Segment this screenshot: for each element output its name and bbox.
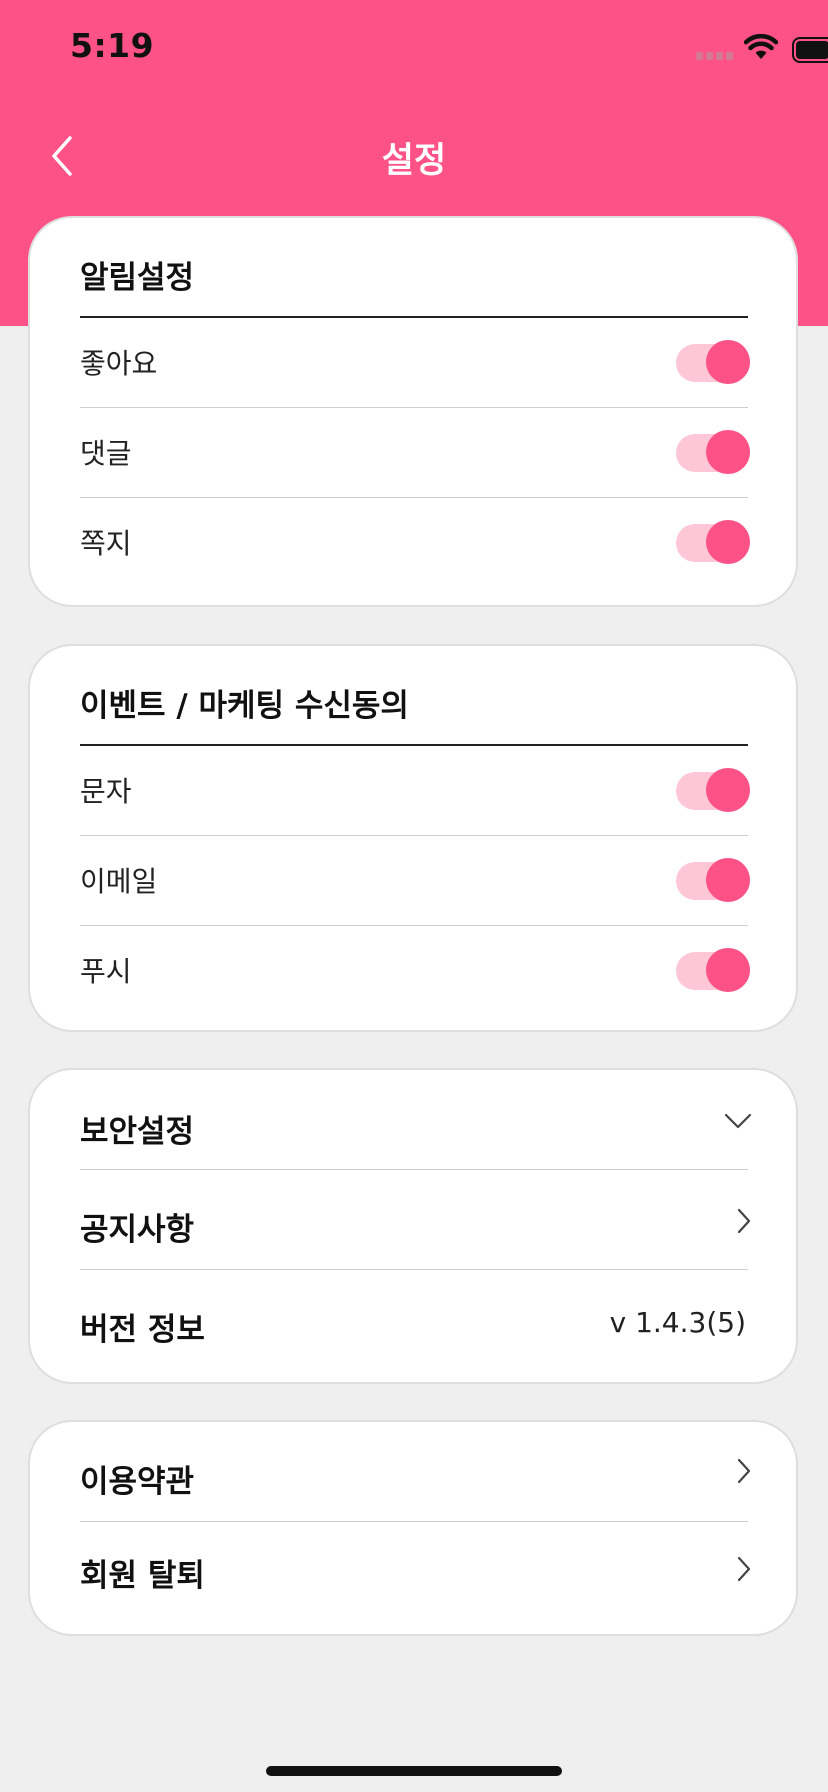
security-settings-row[interactable]: 보안설정 — [30, 1070, 796, 1168]
consent-email-toggle[interactable] — [676, 858, 750, 904]
notice-row[interactable]: 공지사항 — [30, 1170, 796, 1268]
terms-row[interactable]: 이용약관 — [30, 1422, 796, 1521]
terms-label: 이용약관 — [80, 1464, 195, 1500]
notify-comment-toggle[interactable] — [676, 430, 750, 476]
status-time: 5:19 — [70, 26, 155, 65]
notify-message-label: 쪽지 — [80, 527, 132, 560]
consent-push-label: 푸시 — [80, 955, 132, 988]
withdraw-row[interactable]: 회원 탈퇴 — [30, 1522, 796, 1622]
marketing-consent-card: 이벤트 / 마케팅 수신동의 문자 이메일 푸시 — [28, 644, 798, 1032]
row-divider — [80, 497, 748, 498]
row-divider — [80, 835, 748, 836]
consent-sms-toggle[interactable] — [676, 768, 750, 814]
app-menu-card: 보안설정 공지사항 버전 정보 v 1.4.3(5) — [28, 1068, 798, 1384]
chevron-right-icon — [737, 1208, 751, 1234]
notification-settings-card: 알림설정 좋아요 댓글 쪽지 — [28, 216, 798, 607]
account-menu-card: 이용약관 회원 탈퇴 — [28, 1420, 798, 1636]
consent-email-label: 이메일 — [80, 865, 158, 898]
marketing-consent-title: 이벤트 / 마케팅 수신동의 — [80, 688, 409, 724]
notify-comment-label: 댓글 — [80, 437, 132, 470]
chevron-right-icon — [737, 1458, 751, 1484]
chevron-right-icon — [737, 1556, 751, 1582]
withdraw-label: 회원 탈퇴 — [80, 1558, 205, 1594]
section-divider — [80, 744, 748, 746]
consent-push-toggle[interactable] — [676, 948, 750, 994]
version-label: 버전 정보 — [80, 1312, 205, 1348]
cellular-signal-icon — [696, 52, 734, 60]
notify-like-label: 좋아요 — [80, 347, 158, 380]
consent-sms-label: 문자 — [80, 775, 132, 808]
notice-label: 공지사항 — [80, 1212, 195, 1248]
page-title: 설정 — [381, 141, 447, 181]
notify-message-toggle[interactable] — [676, 520, 750, 566]
row-divider — [80, 407, 748, 408]
chevron-down-icon — [724, 1113, 752, 1129]
notify-like-toggle[interactable] — [676, 340, 750, 386]
notification-settings-title: 알림설정 — [80, 260, 195, 296]
row-divider — [80, 1269, 748, 1270]
security-settings-label: 보안설정 — [80, 1114, 195, 1150]
wifi-icon — [744, 34, 778, 59]
version-value: v 1.4.3(5) — [609, 1306, 746, 1339]
section-divider — [80, 316, 748, 318]
battery-icon — [792, 37, 828, 63]
home-indicator[interactable] — [266, 1766, 562, 1776]
row-divider — [80, 925, 748, 926]
